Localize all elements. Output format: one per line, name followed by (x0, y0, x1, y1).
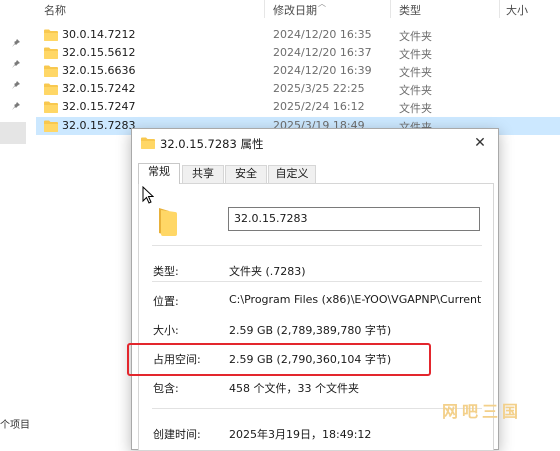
mouse-cursor-icon (142, 186, 154, 204)
file-type: 文件夹 (399, 102, 432, 115)
close-icon: ✕ (474, 135, 486, 151)
watermark-logo: 网吧三国 (442, 402, 523, 421)
file-type: 文件夹 (399, 84, 432, 97)
file-name: 32.0.15.5612 (62, 46, 136, 59)
file-date: 2025/2/24 16:12 (273, 100, 365, 113)
navigation-pane (0, 0, 26, 434)
column-separator[interactable] (499, 0, 500, 18)
dialog-title: 32.0.15.7283 属性 (160, 137, 264, 151)
type-value: 文件夹 (.7283) (229, 265, 306, 278)
file-row[interactable]: 32.0.15.5612 2024/12/20 16:37 文件夹 (36, 44, 560, 62)
file-row[interactable]: 32.0.15.7242 2025/3/25 22:25 文件夹 (36, 80, 560, 98)
file-date: 2024/12/20 16:37 (273, 46, 372, 59)
dialog-title-bar[interactable]: 32.0.15.7283 属性 ✕ (132, 129, 498, 157)
divider (152, 245, 482, 246)
created-label: 创建时间: (153, 428, 201, 441)
folder-icon (44, 29, 58, 41)
folder-name-input[interactable]: 32.0.15.7283 (228, 207, 480, 231)
file-name: 32.0.15.7247 (62, 100, 136, 113)
column-separator[interactable] (264, 0, 265, 18)
column-date[interactable]: 修改日期 (273, 2, 317, 18)
folder-icon (159, 208, 177, 236)
pin-icon[interactable] (11, 80, 21, 90)
location-value: C:\Program Files (x86)\E-YOO\VGAPNP\Curr… (229, 293, 481, 306)
column-size[interactable]: 大小 (506, 2, 528, 18)
folder-name-value: 32.0.15.7283 (234, 212, 308, 225)
tab-sharing[interactable]: 共享 (182, 165, 224, 183)
folder-icon (44, 65, 58, 77)
contains-value: 458 个文件，33 个文件夹 (229, 382, 359, 395)
file-date: 2024/12/20 16:35 (273, 28, 372, 41)
pin-icon[interactable] (11, 59, 21, 69)
chevron-up-icon: ︿ (318, 0, 326, 8)
file-date: 2024/12/20 16:39 (273, 64, 372, 77)
column-name[interactable]: 名称 (44, 2, 66, 18)
file-name: 32.0.15.7283 (62, 119, 136, 132)
file-row[interactable]: 30.0.14.7212 2024/12/20 16:35 文件夹 (36, 26, 560, 44)
pin-icon[interactable] (11, 101, 21, 111)
divider (152, 281, 482, 282)
created-value: 2025年3月19日，18:49:12 (229, 428, 372, 441)
nav-selected-item[interactable] (0, 122, 26, 144)
contains-label: 包含: (153, 382, 179, 395)
folder-icon (44, 120, 58, 132)
divider (152, 408, 482, 409)
file-name: 30.0.14.7212 (62, 28, 136, 41)
highlight-annotation (127, 343, 431, 376)
folder-icon (44, 101, 58, 113)
file-name: 32.0.15.6636 (62, 64, 136, 77)
folder-icon (141, 137, 155, 149)
close-button[interactable]: ✕ (462, 129, 498, 157)
file-date: 2025/3/25 22:25 (273, 82, 365, 95)
size-label: 大小: (153, 324, 179, 337)
type-label: 类型: (153, 265, 179, 278)
column-separator[interactable] (390, 0, 391, 18)
folder-icon (44, 83, 58, 95)
file-row[interactable]: 32.0.15.6636 2024/12/20 16:39 文件夹 (36, 62, 560, 80)
file-type: 文件夹 (399, 66, 432, 79)
location-label: 位置: (153, 295, 179, 308)
file-row[interactable]: 32.0.15.7247 2025/2/24 16:12 文件夹 (36, 98, 560, 116)
column-header: ︿ 名称 修改日期 类型 大小 (36, 0, 560, 18)
tab-security[interactable]: 安全 (225, 165, 267, 183)
folder-icon (44, 47, 58, 59)
file-type: 文件夹 (399, 48, 432, 61)
tab-general[interactable]: 常规 (138, 163, 180, 184)
item-count: 个项目 (0, 420, 30, 431)
tab-customize[interactable]: 自定义 (268, 165, 316, 183)
file-name: 32.0.15.7242 (62, 82, 136, 95)
size-value: 2.59 GB (2,789,389,780 字节) (229, 324, 392, 337)
column-type[interactable]: 类型 (399, 2, 421, 18)
pin-icon[interactable] (11, 38, 21, 48)
file-type: 文件夹 (399, 30, 432, 43)
